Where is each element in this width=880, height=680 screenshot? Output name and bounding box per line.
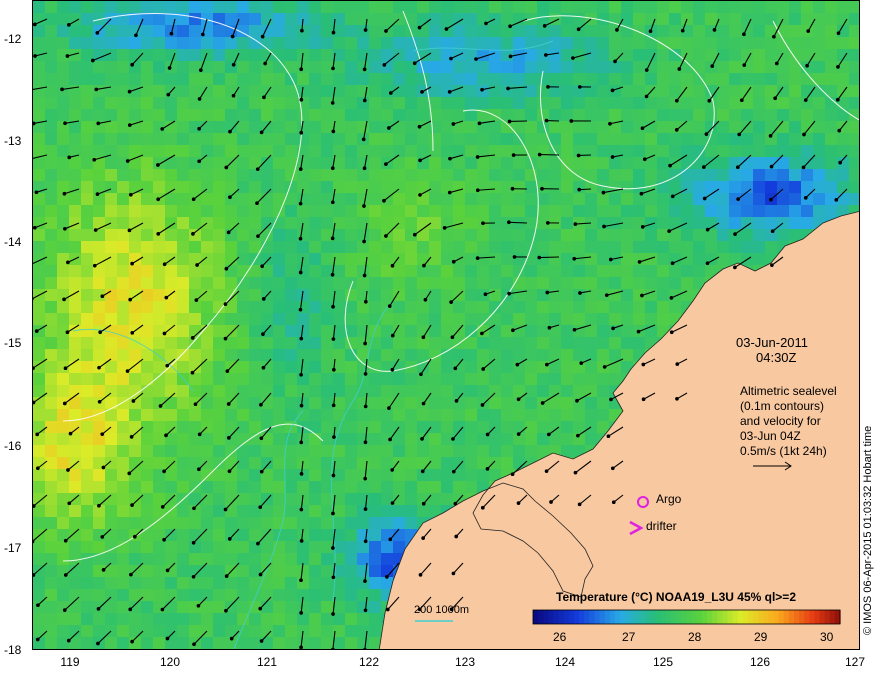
legend-line: Altimetric sealevel [740,384,837,398]
map-time: 04:30Z [756,350,797,365]
colorbar-title: Temperature (°C) NOAA19_L3U 45% ql>=2 [556,590,796,604]
colorbar-tick: 27 [622,630,636,644]
lon-tick-label: 123 [454,655,476,669]
lat-tick-label: -18 [4,643,22,657]
colorbar-tick: 26 [553,630,567,644]
colorbar-tick: 30 [820,630,834,644]
lat-tick-label: -14 [4,235,22,249]
lon-tick-label: 125 [652,655,674,669]
credit-text: © IMOS 06-Apr-2015 01:03:32 Hobart time [862,425,874,635]
legend-line: and velocity for [740,414,821,428]
sst-map [33,1,859,649]
colorbar-tick: 28 [688,630,702,644]
lon-tick-label: 124 [554,655,576,669]
drifter-label: drifter [646,519,677,533]
lon-tick-label: 126 [749,655,771,669]
lon-tick-label: 127 [844,655,866,669]
lon-tick-label: 122 [358,655,380,669]
colorbar [533,610,841,624]
legend-line: (0.1m contours) [740,399,825,413]
argo-label: Argo [656,492,682,506]
legend-line: 0.5m/s (1kt 24h) [740,444,827,458]
lon-tick-label: 119 [60,655,80,669]
depth-contour-label: 200 1000m [414,604,470,616]
colorbar-tick: 29 [754,630,768,644]
lat-tick-label: -13 [4,134,22,148]
lat-tick-label: -15 [4,336,22,350]
lat-tick-label: -12 [4,32,22,46]
map-frame [32,0,860,650]
lon-tick-label: 120 [159,655,181,669]
lon-tick-label: 121 [256,655,278,669]
lat-tick-label: -17 [4,541,22,555]
legend-line: 03-Jun 04Z [740,429,801,443]
map-date: 03-Jun-2011 [736,335,809,350]
lat-tick-label: -16 [4,439,22,453]
